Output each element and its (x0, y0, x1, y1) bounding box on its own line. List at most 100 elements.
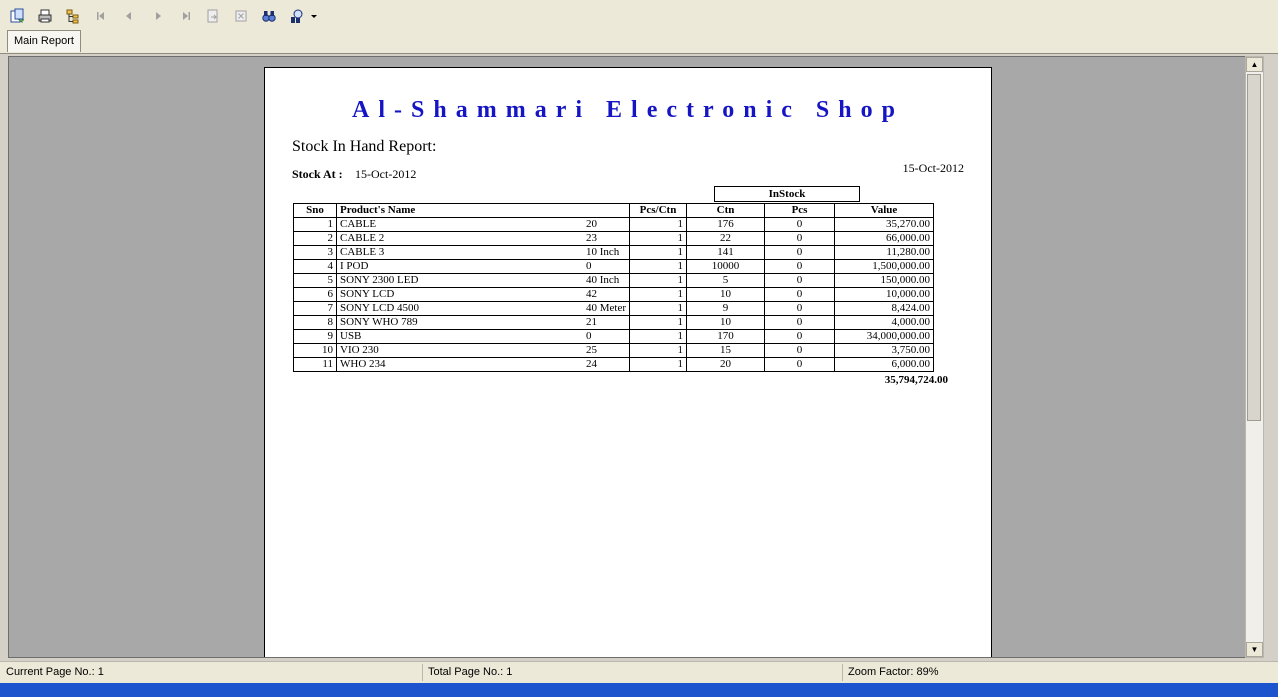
search-text-icon (262, 11, 276, 22)
cell-value: 8,424.00 (834, 301, 935, 316)
table-row: 7 SONY LCD 4500 40 Meter 1 9 0 8,424.00 (293, 301, 935, 316)
cell-pcs-ctn: 1 (629, 315, 688, 330)
cell-value: 35,270.00 (834, 217, 935, 232)
cell-sno: 8 (293, 315, 337, 330)
cell-value: 66,000.00 (834, 231, 935, 246)
goto-page-icon (207, 9, 218, 23)
cell-pcs-ctn: 1 (629, 259, 688, 274)
cell-pcs: 0 (764, 287, 836, 302)
zoom-button[interactable] (288, 6, 318, 26)
cell-sno: 7 (293, 301, 337, 316)
table-row: 2 CABLE 2 23 1 22 0 66,000.00 (293, 231, 935, 246)
product-name: I POD (340, 260, 369, 273)
cell-pcs-ctn: 1 (629, 231, 688, 246)
cell-name: SONY LCD 42 (335, 287, 631, 302)
scroll-thumb[interactable] (1247, 74, 1261, 421)
current-page-status: Current Page No.: 1 (2, 664, 423, 681)
cell-ctn: 15 (686, 343, 766, 358)
scroll-down-icon: ▼ (1250, 645, 1259, 654)
product-size: 40 Meter (586, 302, 627, 315)
table-row: 10 VIO 230 25 1 15 0 3,750.00 (293, 343, 935, 358)
report-viewer[interactable]: Al-Shammari Electronic Shop Stock In Han… (8, 56, 1247, 658)
cell-ctn: 10 (686, 315, 766, 330)
cell-sno: 3 (293, 245, 337, 260)
zoom-factor-status: Zoom Factor: 89% (848, 666, 939, 678)
table-row: 6 SONY LCD 42 1 10 0 10,000.00 (293, 287, 935, 302)
product-name: CABLE 3 (340, 246, 385, 259)
cell-name: SONY 2300 LED 40 Inch (335, 273, 631, 288)
search-text-button[interactable] (259, 6, 279, 26)
cell-pcs-ctn: 1 (629, 245, 688, 260)
scroll-up-button[interactable]: ▲ (1246, 57, 1263, 72)
previous-page-icon (126, 12, 131, 20)
group-tree-icon (66, 9, 79, 24)
cell-name: CABLE 20 (335, 217, 631, 232)
group-tree-button[interactable] (63, 6, 83, 26)
report-title: Stock In Hand Report: (292, 138, 437, 155)
cell-name: SONY WHO 789 21 (335, 315, 631, 330)
toolbar (0, 0, 1278, 31)
tab-strip: Main Report (0, 30, 1278, 54)
cell-name: SONY LCD 4500 40 Meter (335, 301, 631, 316)
cell-pcs: 0 (764, 301, 836, 316)
print-icon (38, 9, 52, 23)
cell-pcs-ctn: 1 (629, 343, 688, 358)
col-value: Value (834, 203, 935, 218)
cell-ctn: 10 (686, 287, 766, 302)
table-row: 3 CABLE 3 10 Inch 1 141 0 11,280.00 (293, 245, 935, 260)
cell-value: 6,000.00 (834, 357, 935, 372)
cell-pcs-ctn: 1 (629, 287, 688, 302)
cell-sno: 1 (293, 217, 337, 232)
product-name: USB (340, 330, 362, 343)
cell-ctn: 5 (686, 273, 766, 288)
print-button[interactable] (35, 6, 55, 26)
stock-table: Sno Product's Name Pcs/Ctn Ctn Pcs Value… (293, 203, 935, 372)
vertical-scrollbar[interactable]: ▲ ▼ (1245, 56, 1264, 658)
instock-header: InStock (714, 186, 860, 202)
cell-name: CABLE 3 10 Inch (335, 245, 631, 260)
tab-main-report[interactable]: Main Report (7, 30, 81, 52)
cell-sno: 6 (293, 287, 337, 302)
cell-sno: 11 (293, 357, 337, 372)
cell-ctn: 10000 (686, 259, 766, 274)
total-page-status: Total Page No.: 1 (424, 664, 843, 681)
cell-ctn: 170 (686, 329, 766, 344)
export-button[interactable] (7, 6, 27, 26)
cell-ctn: 20 (686, 357, 766, 372)
cell-name: WHO 234 24 (335, 357, 631, 372)
cell-value: 3,750.00 (834, 343, 935, 358)
col-sno: Sno (293, 203, 337, 218)
cell-pcs: 0 (764, 259, 836, 274)
stock-at-label: Stock At : (292, 167, 343, 181)
product-size: 0 (586, 260, 592, 273)
cell-pcs: 0 (764, 273, 836, 288)
last-page-button[interactable] (176, 6, 196, 26)
col-product-name: Product's Name (335, 203, 631, 218)
product-size: 20 (586, 218, 597, 231)
report-page: Al-Shammari Electronic Shop Stock In Han… (264, 67, 992, 657)
cell-value: 10,000.00 (834, 287, 935, 302)
product-size: 21 (586, 316, 597, 329)
cell-ctn: 141 (686, 245, 766, 260)
cell-value: 1,500,000.00 (834, 259, 935, 274)
goto-page-button[interactable] (203, 6, 223, 26)
product-name: SONY 2300 LED (340, 274, 419, 287)
first-page-button[interactable] (91, 6, 111, 26)
table-row: 1 CABLE 20 1 176 0 35,270.00 (293, 217, 935, 232)
product-size: 0 (586, 330, 592, 343)
product-name: WHO 234 (340, 358, 386, 371)
product-name: SONY WHO 789 (340, 316, 418, 329)
next-page-button[interactable] (148, 6, 168, 26)
product-size: 10 Inch (586, 246, 620, 259)
close-current-view-icon (235, 10, 247, 22)
cell-pcs-ctn: 1 (629, 273, 688, 288)
table-row: 4I POD 0 1 10000 0 1,500,000.00 (293, 259, 935, 274)
scroll-down-button[interactable]: ▼ (1246, 642, 1263, 657)
close-view-button[interactable] (231, 6, 251, 26)
cell-pcs: 0 (764, 315, 836, 330)
previous-page-button[interactable] (119, 6, 139, 26)
cell-name: USB 0 (335, 329, 631, 344)
shop-name: Al-Shammari Electronic Shop (352, 97, 904, 123)
product-name: SONY LCD (340, 288, 395, 301)
product-size: 40 Inch (586, 274, 620, 287)
